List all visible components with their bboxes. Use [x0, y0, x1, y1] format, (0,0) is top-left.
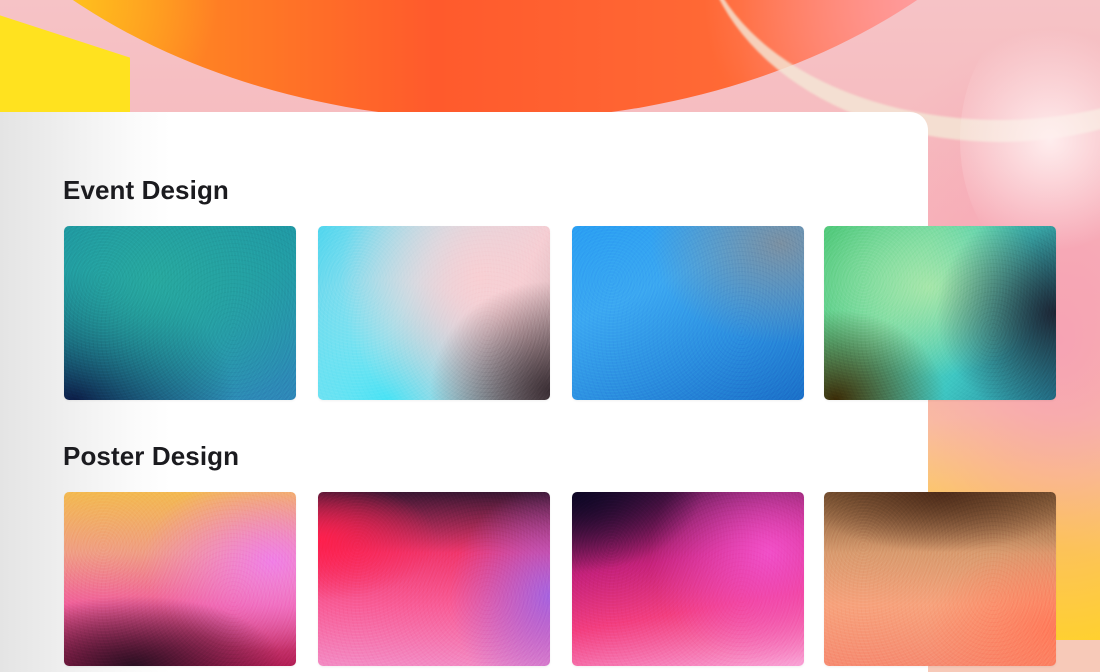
grain-overlay [64, 226, 296, 400]
event-design-thumbnail-2[interactable] [318, 226, 550, 400]
event-design-thumbnail-4[interactable] [824, 226, 1056, 400]
section-title-event-design: Event Design [63, 175, 229, 205]
event-design-thumbnail-3[interactable] [572, 226, 804, 400]
event-design-section: Event Design [63, 172, 1063, 400]
event-design-gallery [64, 226, 1064, 406]
section-title-poster-design: Poster Design [63, 441, 240, 471]
grain-overlay [572, 226, 804, 400]
grain-overlay [824, 226, 1056, 400]
poster-design-gallery [64, 492, 1064, 672]
event-design-thumbnail-1[interactable] [64, 226, 296, 400]
poster-design-section: Poster Design [63, 438, 1063, 666]
grain-overlay [318, 226, 550, 400]
